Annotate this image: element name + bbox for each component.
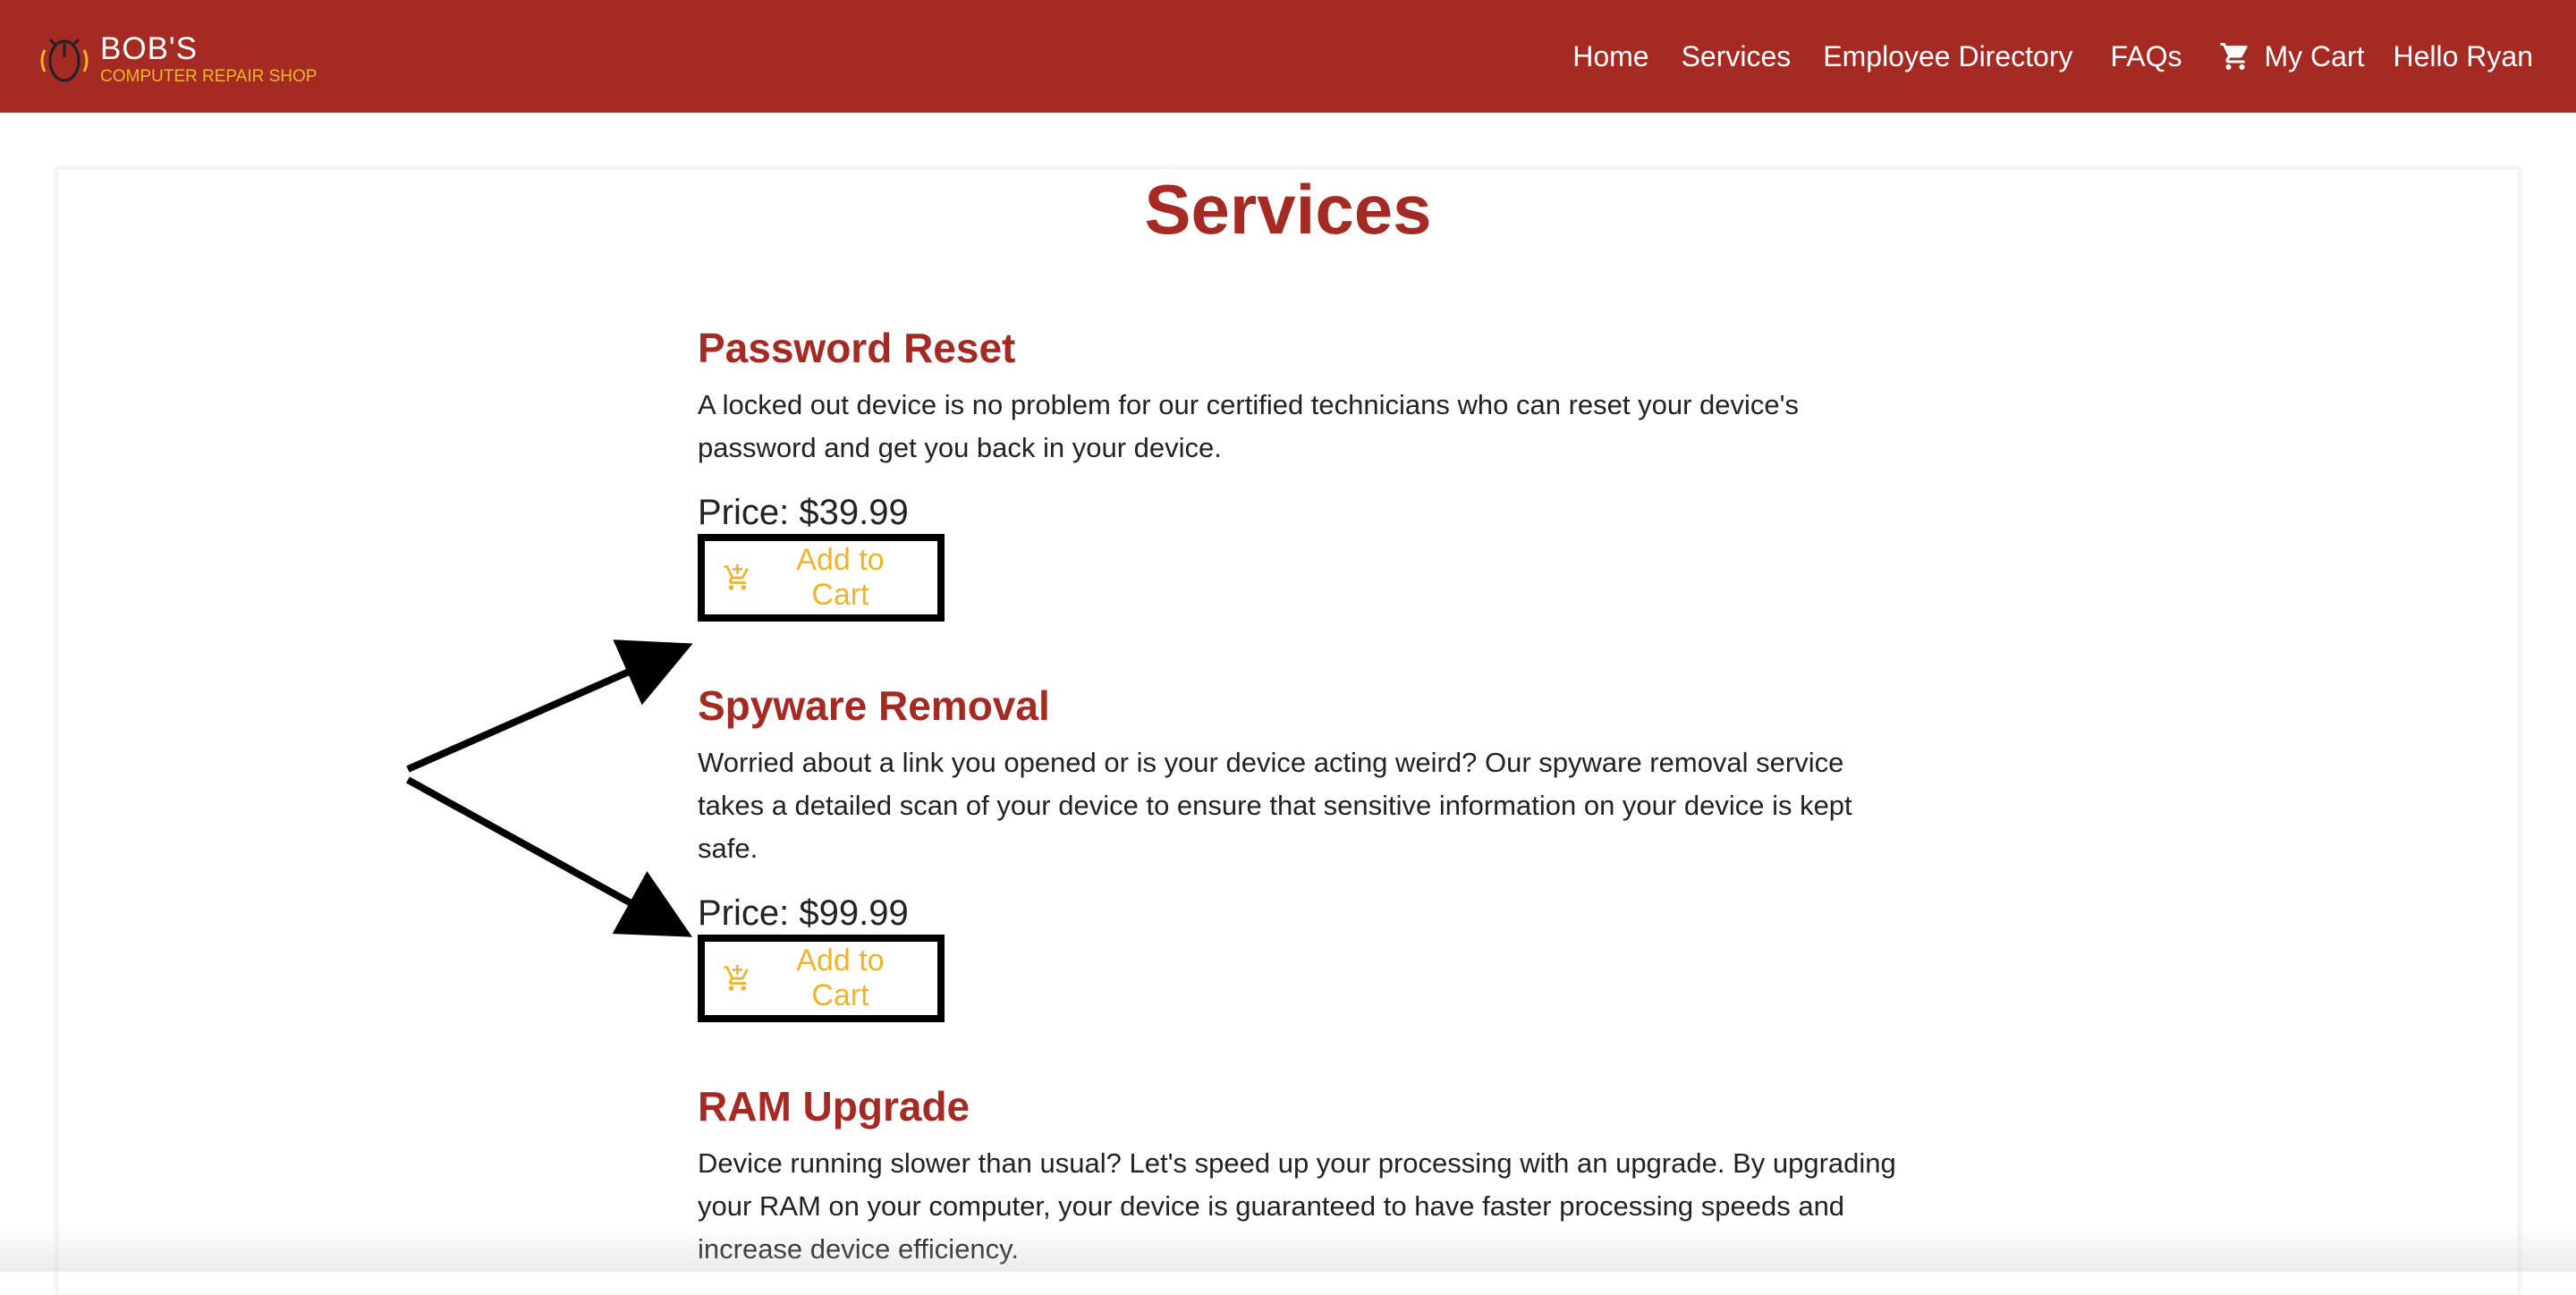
- brand[interactable]: BOB'S COMPUTER REPAIR SHOP: [36, 32, 317, 86]
- add-shopping-cart-icon: [724, 965, 749, 991]
- service-item-spyware-removal: Spyware Removal Worried about a link you…: [698, 681, 1896, 1023]
- service-title: Password Reset: [698, 325, 1016, 371]
- nav-services[interactable]: Services: [1682, 40, 1792, 73]
- brand-title: BOB'S: [100, 31, 198, 66]
- nav-home[interactable]: Home: [1572, 40, 1648, 73]
- bottom-shadow: [0, 1225, 2576, 1272]
- add-to-cart-button[interactable]: Add to Cart: [698, 935, 945, 1023]
- add-shopping-cart-icon: [724, 564, 749, 590]
- nav-my-cart[interactable]: My Cart: [2219, 40, 2364, 73]
- nav-faqs[interactable]: FAQs: [2110, 40, 2182, 73]
- service-price: Price: $99.99: [698, 893, 909, 934]
- page-title: Services: [1144, 170, 1432, 249]
- service-title: RAM Upgrade: [698, 1083, 970, 1130]
- my-cart-label: My Cart: [2264, 39, 2365, 72]
- shopping-cart-icon: [2220, 43, 2248, 70]
- service-title: Spyware Removal: [698, 682, 1050, 729]
- add-to-cart-label: Add to Cart: [796, 944, 885, 1013]
- nav-user-greeting[interactable]: Hello Ryan: [2393, 40, 2533, 73]
- brand-subtitle: COMPUTER REPAIR SHOP: [100, 67, 318, 86]
- add-to-cart-button[interactable]: Add to Cart: [698, 534, 945, 622]
- service-price: Price: $39.99: [698, 493, 909, 533]
- service-description: A locked out device is no problem for ou…: [698, 389, 1800, 464]
- top-navbar: BOB'S COMPUTER REPAIR SHOP Home Services…: [0, 0, 2576, 113]
- service-item-password-reset: Password Reset A locked out device is no…: [698, 324, 1896, 622]
- main-nav: Home Services Employee Directory FAQs My…: [1572, 0, 2533, 113]
- mouse-logo-icon: [40, 38, 89, 82]
- service-description: Worried about a link you opened or is yo…: [698, 747, 1852, 865]
- nav-employee-directory[interactable]: Employee Directory: [1823, 40, 2072, 73]
- add-to-cart-label: Add to Cart: [796, 543, 885, 613]
